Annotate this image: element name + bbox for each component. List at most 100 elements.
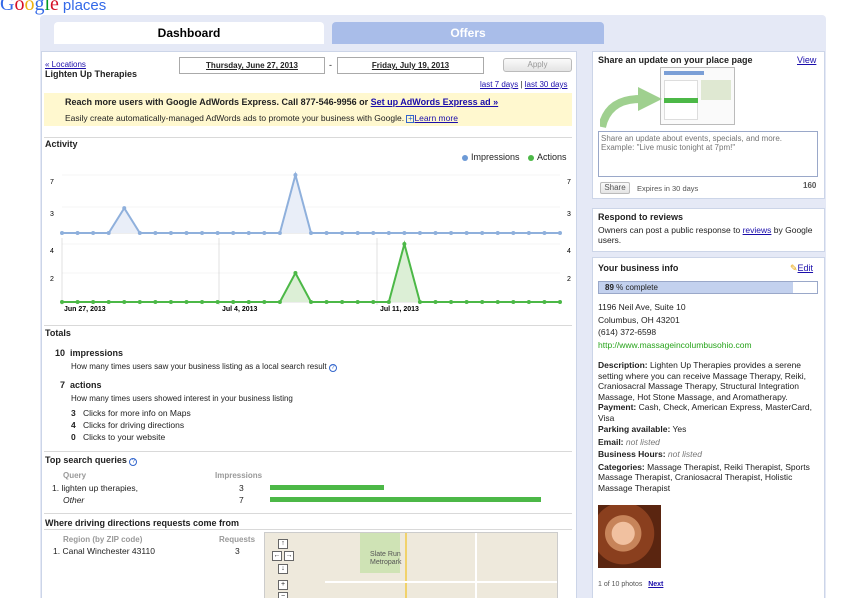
table-row: 1. Canal Winchester 43110 — [53, 546, 155, 556]
impressions-point — [60, 231, 64, 235]
impressions-point — [480, 231, 485, 235]
tab-offers[interactable]: Offers — [332, 22, 604, 44]
place-page-thumbnail — [660, 67, 735, 125]
reviews-body: Owners can post a public response to rev… — [598, 225, 820, 245]
impressions-point — [402, 231, 407, 235]
apply-button[interactable]: Apply — [503, 58, 572, 72]
impressions-tick-3: 3 — [50, 211, 54, 218]
actions-point — [386, 300, 391, 304]
impressions-tick-7-right: 7 — [567, 179, 571, 186]
map-label: Slate Run Metropark — [370, 551, 402, 566]
pan-left-icon[interactable]: ← — [272, 551, 282, 561]
impressions-point — [386, 231, 391, 235]
business-name: Lighten Up Therapies — [45, 69, 138, 79]
directions-map[interactable]: Slate Run Metropark ↑ ← → ↓ + − — [264, 532, 558, 598]
help-icon[interactable]: ? — [328, 364, 337, 372]
totals-title: Totals — [45, 328, 71, 338]
list-item: 0 Clicks to your website — [71, 431, 191, 443]
x-label-jun27: Jun 27, 2013 — [64, 306, 106, 313]
pan-right-icon[interactable]: → — [284, 551, 294, 561]
parking-text: Yes — [672, 424, 687, 434]
locations-link[interactable]: « Locations — [45, 60, 86, 69]
actions-point — [168, 300, 173, 304]
row-number: 1. — [53, 546, 61, 556]
actions-point — [122, 300, 127, 304]
impressions-point — [464, 231, 469, 235]
breakdown-count: 4 — [71, 420, 76, 430]
reviews-link[interactable]: reviews — [743, 225, 772, 235]
activity-legend: Impressions Actions — [462, 152, 567, 162]
queries-title: Top search queries ? — [45, 455, 138, 466]
hours-label: Business Hours: — [598, 449, 666, 459]
actions-point — [309, 300, 313, 304]
share-button[interactable]: Share — [600, 182, 630, 194]
list-item: 4 Clicks for driving directions — [71, 419, 191, 431]
email-label: Email: — [598, 436, 624, 447]
actions-point — [277, 300, 282, 304]
help-icon[interactable]: ? — [129, 458, 138, 466]
region-name: Canal Winchester 43110 — [62, 546, 155, 556]
actions-point — [75, 300, 80, 304]
x-label-jul11: Jul 11, 2013 — [380, 306, 419, 313]
edit-control[interactable]: ✎Edit — [790, 263, 813, 274]
reviews-title: Respond to reviews — [598, 212, 684, 222]
promo-body: Easily create automatically-managed AdWo… — [65, 113, 458, 123]
share-update-input[interactable] — [598, 131, 818, 177]
actions-point — [91, 300, 96, 304]
date-from-field[interactable]: Thursday, June 27, 2013 — [179, 57, 325, 74]
actions-label: actions — [70, 380, 102, 390]
actions-point — [106, 300, 111, 304]
view-link[interactable]: View — [797, 55, 816, 65]
last-30-days-link[interactable]: last 30 days — [525, 80, 568, 89]
actions-point — [231, 300, 236, 304]
actions-point — [480, 300, 485, 304]
website-url: http://www.massageincolumbusohio.com — [598, 339, 752, 350]
business-info-title: Your business info — [598, 263, 679, 273]
actions-point — [200, 300, 205, 304]
impressions-point — [371, 231, 376, 235]
impressions-point — [262, 231, 267, 235]
adwords-setup-link[interactable]: Set up AdWords Express ad » — [371, 97, 499, 107]
impressions-point — [184, 231, 189, 235]
impressions-point — [215, 231, 220, 235]
impressions-point — [324, 231, 329, 235]
impressions-point — [293, 173, 298, 177]
promo-headline: Reach more users with Google AdWords Exp… — [65, 97, 498, 107]
pan-up-icon[interactable]: ↑ — [278, 539, 288, 549]
actions-point — [542, 300, 547, 304]
next-photo-link[interactable]: Next — [648, 581, 663, 588]
parking-label: Parking available: — [598, 424, 671, 434]
impressions-column-header: Impressions — [215, 471, 263, 480]
edit-link[interactable]: Edit — [798, 263, 814, 273]
impressions-point — [246, 231, 251, 235]
business-details: Description: Lighten Up Therapies provid… — [598, 360, 822, 493]
actions-breakdown: 3 Clicks for more info on Maps 4 Clicks fo… — [71, 407, 191, 443]
photo-counter: 1 of 10 photos Next — [598, 581, 663, 588]
divider — [44, 513, 572, 514]
business-photo[interactable] — [598, 505, 661, 568]
breakdown-label: Clicks for more info on Maps — [83, 408, 191, 418]
zoom-out-icon[interactable]: − — [278, 592, 288, 598]
impressions-desc-text: How many times users saw your business l… — [71, 362, 327, 371]
zoom-in-icon[interactable]: + — [278, 580, 288, 590]
query-column-header: Query — [63, 471, 87, 480]
impressions-line — [62, 171, 560, 234]
impressions-tick-3-right: 3 — [567, 211, 571, 218]
arrow-icon — [600, 87, 662, 129]
actions-point — [355, 300, 360, 304]
directions-title: Where driving directions requests come f… — [45, 518, 240, 528]
actions-count: 7 — [60, 380, 66, 390]
date-to-field[interactable]: Friday, July 19, 2013 — [337, 57, 484, 74]
impressions-point — [153, 231, 158, 235]
progress-text: 89 % complete — [605, 283, 658, 292]
divider — [44, 137, 572, 138]
pan-down-icon[interactable]: ↓ — [278, 564, 288, 574]
divider — [44, 325, 572, 326]
last-7-days-link[interactable]: last 7 days — [480, 80, 518, 89]
impressions-total: 10 impressions — [55, 348, 123, 358]
tab-dashboard[interactable]: Dashboard — [54, 22, 324, 44]
impressions-point — [433, 231, 438, 235]
categories-label: Categories: — [598, 461, 645, 472]
learn-more-link[interactable]: Learn more — [414, 113, 457, 123]
impressions-point — [340, 231, 345, 235]
